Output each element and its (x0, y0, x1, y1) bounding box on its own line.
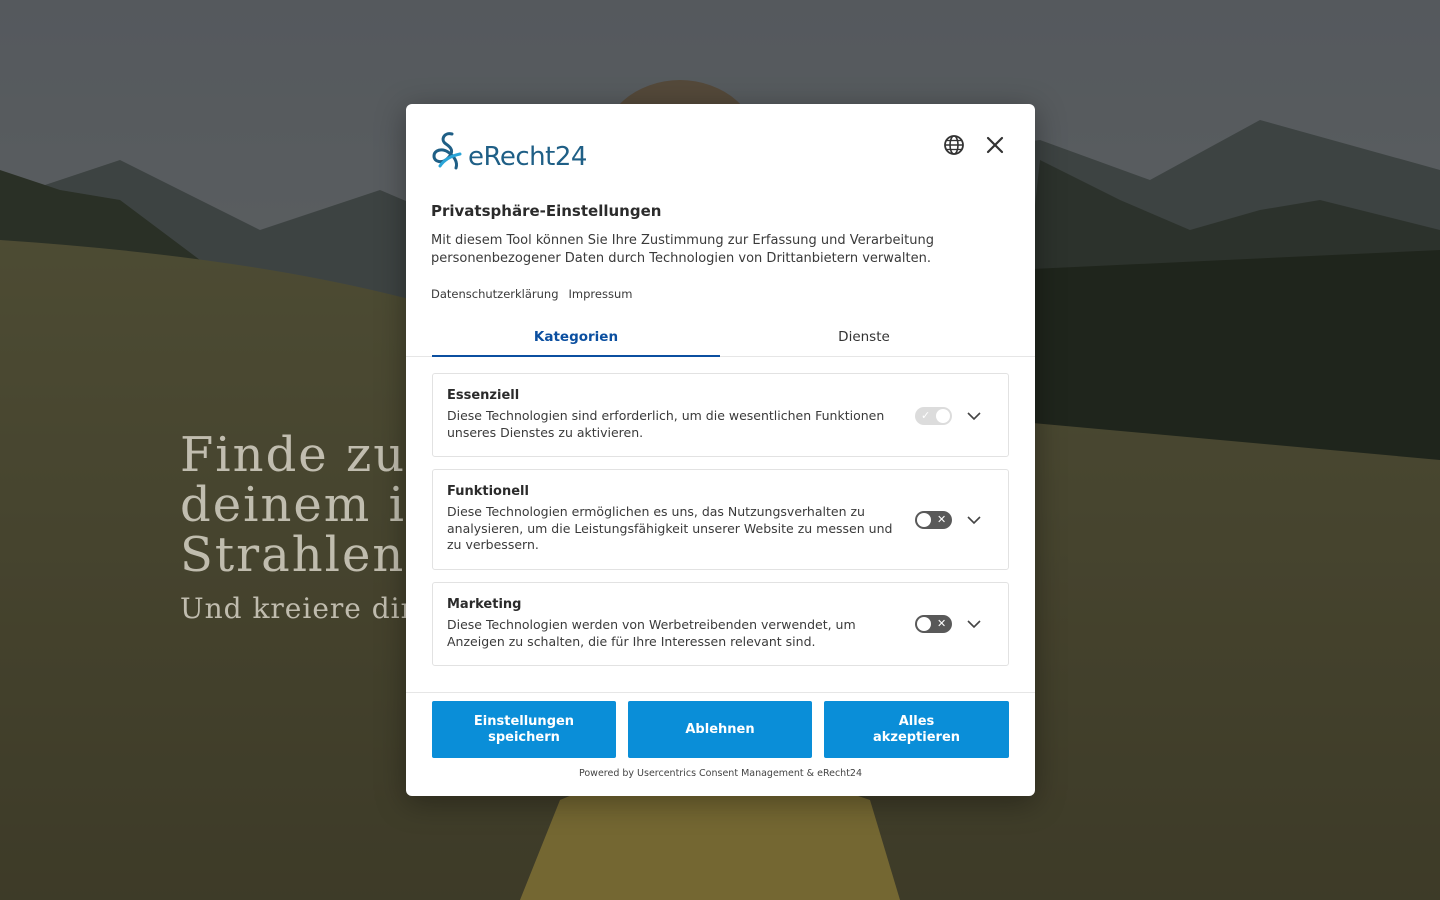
category-card-funktionell: Funktionell Diese Technologien ermöglich… (432, 469, 1009, 570)
tab-kategorien[interactable]: Kategorien (432, 324, 720, 357)
powered-by-text: Powered by Usercentrics Consent Manageme… (578, 768, 863, 779)
funktionell-toggle[interactable]: ✕ (915, 511, 952, 529)
marketing-toggle[interactable]: ✕ (915, 615, 952, 633)
accept-all-button[interactable]: Alles akzeptieren (824, 701, 1009, 758)
check-icon: ✓ (921, 409, 931, 422)
close-button[interactable] (982, 132, 1008, 158)
category-title: Marketing (447, 597, 522, 612)
logo-text: eRecht24 (468, 142, 587, 172)
dialog-title: Privatsphäre-Einstellungen (431, 202, 662, 220)
deny-button[interactable]: Ablehnen (628, 701, 812, 758)
footer-divider (406, 692, 1035, 693)
tab-bar: Kategorien Dienste (406, 324, 1035, 357)
erecht24-logo: eRecht24 (430, 130, 587, 172)
privacy-policy-link[interactable]: Datenschutzerklärung (431, 287, 559, 301)
category-description: Diese Technologien sind erforderlich, um… (447, 408, 885, 440)
dialog-description: Mit diesem Tool können Sie Ihre Zustimmu… (431, 233, 934, 266)
chevron-down-icon[interactable] (966, 512, 982, 528)
essenziell-toggle: ✓ (915, 407, 952, 425)
tab-dienste[interactable]: Dienste (720, 324, 1008, 357)
chevron-down-icon[interactable] (966, 408, 982, 424)
x-icon: ✕ (937, 617, 947, 630)
category-card-marketing: Marketing Diese Technologien werden von … (432, 582, 1009, 666)
close-icon (986, 136, 1004, 154)
chevron-down-icon[interactable] (966, 616, 982, 632)
x-icon: ✕ (937, 513, 947, 526)
globe-icon (944, 135, 964, 155)
erecht24-logo-icon (432, 132, 462, 170)
imprint-link[interactable]: Impressum (569, 287, 633, 301)
toggle-knob (917, 617, 931, 631)
toggle-knob (917, 513, 931, 527)
category-title: Funktionell (447, 484, 529, 499)
category-card-essenziell: Essenziell Diese Technologien sind erfor… (432, 373, 1009, 457)
consent-dialog: eRecht24 Privatsphäre-Einstellungen Mit … (406, 104, 1035, 796)
toggle-knob (936, 409, 950, 423)
save-settings-button[interactable]: Einstellungen speichern (432, 701, 616, 758)
category-title: Essenziell (447, 388, 520, 403)
legal-links: Datenschutzerklärung Impressum (431, 287, 632, 301)
category-description: Diese Technologien ermöglichen es uns, d… (447, 504, 893, 552)
category-description: Diese Technologien werden von Werbetreib… (447, 617, 856, 649)
language-button[interactable] (941, 132, 967, 158)
